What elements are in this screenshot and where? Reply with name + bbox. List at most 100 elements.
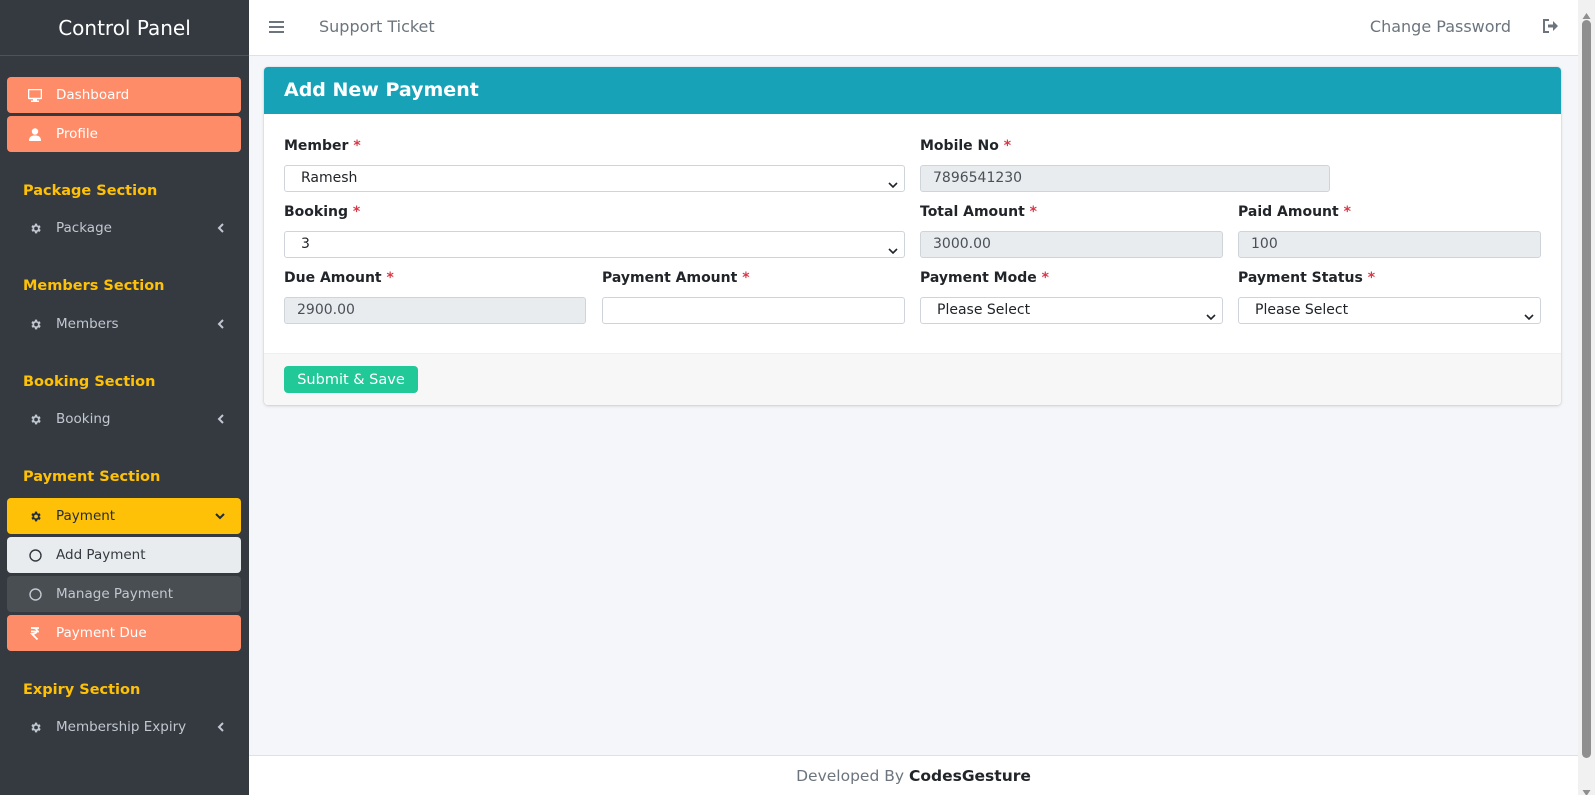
required-mark: * — [1041, 270, 1049, 286]
vertical-scrollbar[interactable] — [1578, 0, 1595, 795]
scroll-down-arrow-icon[interactable] — [1582, 782, 1591, 795]
support-ticket-link[interactable]: Support Ticket — [319, 17, 435, 36]
chevron-down-icon — [215, 511, 225, 521]
card-footer: Submit & Save — [264, 353, 1561, 405]
chevron-left-icon — [215, 319, 225, 329]
monitor-icon — [28, 88, 42, 102]
payment-amount-label-text: Payment Amount — [602, 270, 738, 286]
payment-mode-label: Payment Mode * — [920, 270, 1049, 286]
payment-mode-select-value: Please Select — [937, 302, 1031, 318]
hamburger-menu-icon[interactable] — [269, 19, 285, 37]
required-mark: * — [1003, 138, 1012, 154]
sidebar-item-package[interactable]: Package — [7, 211, 241, 245]
submit-save-button[interactable]: Submit & Save — [284, 366, 418, 393]
sidebar-item-label: Payment — [56, 508, 116, 524]
total-amount-label: Total Amount * — [920, 204, 1037, 220]
sidebar-item-dashboard[interactable]: Dashboard — [7, 77, 241, 113]
expiry-section-header: Expiry Section — [23, 682, 141, 698]
required-mark: * — [386, 270, 394, 286]
booking-label: Booking * — [284, 204, 360, 220]
due-amount-label-text: Due Amount — [284, 270, 382, 286]
chevron-down-icon — [1206, 306, 1216, 321]
sidebar-item-manage-payment[interactable]: Manage Payment — [7, 576, 241, 612]
chevron-down-icon — [1524, 306, 1534, 321]
member-select[interactable]: Ramesh — [284, 165, 905, 192]
required-mark: * — [742, 270, 750, 286]
package-section-header: Package Section — [23, 183, 158, 199]
payment-amount-label: Payment Amount * — [602, 270, 750, 286]
sidebar: Control Panel Dashboard Profile Package … — [0, 0, 249, 795]
member-label: Member * — [284, 138, 361, 154]
sidebar-item-label: Manage Payment — [56, 586, 174, 602]
chevron-left-icon — [215, 722, 225, 732]
payment-status-select-value: Please Select — [1255, 302, 1349, 318]
total-amount-field[interactable]: 3000.00 — [920, 231, 1223, 258]
sidebar-item-label: Membership Expiry — [56, 719, 187, 735]
brand-title[interactable]: Control Panel — [0, 0, 249, 56]
sidebar-item-label: Add Payment — [56, 547, 146, 563]
required-mark: * — [352, 204, 361, 220]
gear-icon — [28, 720, 42, 734]
member-select-value: Ramesh — [301, 170, 358, 186]
gear-icon — [28, 412, 42, 426]
payment-mode-select[interactable]: Please Select — [920, 297, 1223, 324]
sidebar-item-booking[interactable]: Booking — [7, 402, 241, 436]
paid-amount-label: Paid Amount * — [1238, 204, 1351, 220]
payment-status-label-text: Payment Status — [1238, 270, 1363, 286]
sidebar-item-membership-expiry[interactable]: Membership Expiry — [7, 710, 241, 744]
gear-icon — [28, 509, 42, 523]
booking-select[interactable]: 3 — [284, 231, 905, 258]
change-password-link[interactable]: Change Password — [1370, 17, 1511, 36]
sidebar-item-label: Profile — [56, 126, 98, 142]
mobile-label: Mobile No * — [920, 138, 1011, 154]
payment-mode-label-text: Payment Mode — [920, 270, 1037, 286]
chevron-down-icon — [888, 174, 898, 189]
total-amount-label-text: Total Amount — [920, 204, 1025, 220]
mobile-label-text: Mobile No — [920, 138, 999, 154]
required-mark: * — [1343, 204, 1351, 220]
circle-icon — [28, 548, 42, 562]
chevron-left-icon — [215, 223, 225, 233]
booking-select-value: 3 — [301, 236, 310, 252]
chevron-left-icon — [215, 414, 225, 424]
logout-icon[interactable] — [1542, 18, 1560, 36]
user-icon — [28, 127, 42, 141]
required-mark: * — [1029, 204, 1037, 220]
page-footer: Developed By CodesGesture — [249, 755, 1578, 795]
payment-section-header: Payment Section — [23, 469, 161, 485]
due-amount-label: Due Amount * — [284, 270, 394, 286]
booking-section-header: Booking Section — [23, 374, 156, 390]
booking-label-text: Booking — [284, 204, 349, 220]
scroll-up-arrow-icon[interactable] — [1582, 5, 1591, 19]
add-payment-card: Add New Payment Member * Ramesh Mobile N… — [264, 67, 1561, 405]
footer-brand-link[interactable]: CodesGesture — [909, 767, 1031, 785]
circle-icon — [28, 587, 42, 601]
sidebar-item-label: Members — [56, 316, 119, 332]
footer-prefix: Developed By — [796, 767, 905, 785]
sidebar-item-label: Booking — [56, 411, 111, 427]
payment-status-label: Payment Status * — [1238, 270, 1375, 286]
chevron-down-icon — [888, 240, 898, 255]
required-mark: * — [1367, 270, 1376, 286]
mobile-field[interactable]: 7896541230 — [920, 165, 1330, 192]
sidebar-item-members[interactable]: Members — [7, 307, 241, 341]
sidebar-item-profile[interactable]: Profile — [7, 116, 241, 152]
gear-icon — [28, 317, 42, 331]
sidebar-item-payment-due[interactable]: Payment Due — [7, 615, 241, 651]
due-amount-field[interactable]: 2900.00 — [284, 297, 586, 324]
payment-amount-input[interactable] — [602, 297, 905, 324]
scrollbar-thumb[interactable] — [1582, 20, 1591, 758]
required-mark: * — [353, 138, 361, 154]
paid-amount-label-text: Paid Amount — [1238, 204, 1339, 220]
sidebar-item-label: Package — [56, 220, 112, 236]
rupee-icon — [28, 626, 42, 640]
paid-amount-field[interactable]: 100 — [1238, 231, 1541, 258]
sidebar-item-add-payment[interactable]: Add Payment — [7, 537, 241, 573]
sidebar-item-label: Dashboard — [56, 87, 130, 103]
payment-status-select[interactable]: Please Select — [1238, 297, 1541, 324]
members-section-header: Members Section — [23, 278, 165, 294]
sidebar-item-payment[interactable]: Payment — [7, 498, 241, 534]
card-title: Add New Payment — [264, 67, 1561, 114]
top-navbar: Support Ticket Change Password — [249, 0, 1578, 56]
payment-amount-input-box[interactable] — [615, 298, 904, 323]
